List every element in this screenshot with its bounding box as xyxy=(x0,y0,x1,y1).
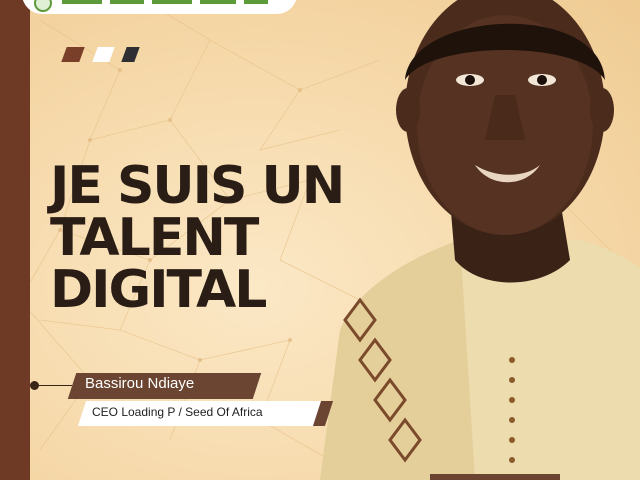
headline-line-2: TALENT xyxy=(50,208,259,268)
name-pointer-line xyxy=(34,385,72,386)
headline-line-1: JE SUIS UN xyxy=(50,156,345,216)
person-name: Bassirou Ndiaye xyxy=(85,375,195,392)
headline-line-3: DIGITAL xyxy=(50,260,267,320)
logo-wordmark xyxy=(62,0,268,4)
person-role: CEO Loading P / Seed Of Africa xyxy=(92,405,263,419)
left-brand-bar xyxy=(0,0,30,480)
bottom-accent-strip xyxy=(430,474,560,480)
headline: JE SUIS UN TALENT DIGITAL xyxy=(50,156,345,320)
poster: JE SUIS UN TALENT DIGITAL Bassirou Ndiay… xyxy=(0,0,640,480)
